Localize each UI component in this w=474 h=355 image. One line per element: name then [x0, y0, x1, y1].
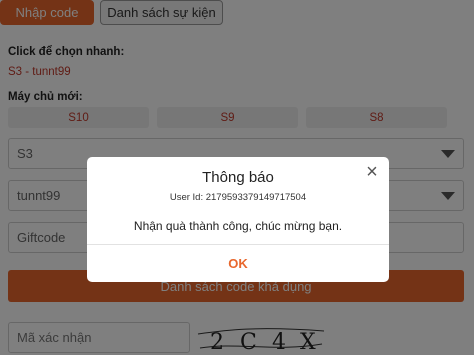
dialog-user-id: User Id: 2179593379149717504 [169, 192, 307, 203]
dialog-title: Thông báo [202, 169, 274, 186]
notification-dialog: Thông báo × User Id: 2179593379149717504… [87, 157, 389, 282]
dialog-message: Nhận quà thành công, chúc mừng bạn. [133, 219, 343, 233]
close-icon[interactable]: × [363, 162, 381, 182]
ok-button[interactable]: OK [87, 245, 389, 282]
giftcode-page: Nhập code Danh sách sự kiện Click để chọ… [0, 0, 474, 355]
